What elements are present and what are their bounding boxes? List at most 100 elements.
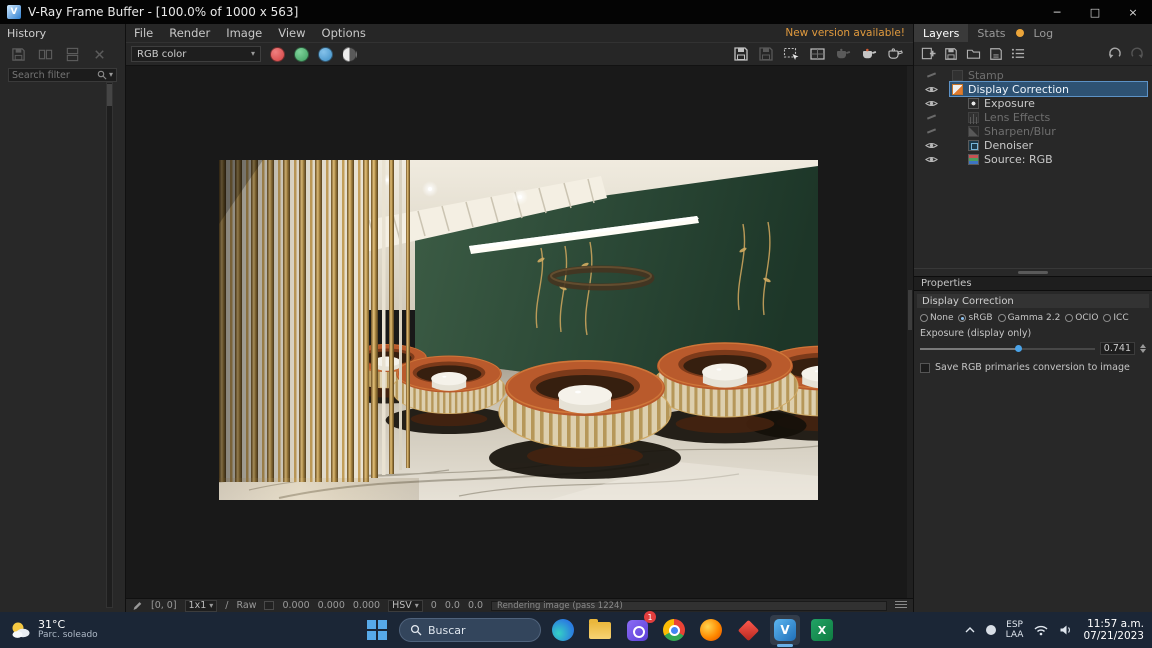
taskbar-app-chrome[interactable] (659, 615, 689, 645)
taskbar-app-red-diamond[interactable] (733, 615, 763, 645)
start-button[interactable] (362, 615, 392, 645)
menu-options[interactable]: Options (322, 26, 366, 40)
layer-visibility-toggle[interactable] (922, 110, 950, 124)
eye-icon (925, 86, 938, 92)
layer-row-denoiser[interactable]: Denoiser (914, 138, 1152, 152)
proportion-guides-icon[interactable] (809, 46, 826, 62)
compare-vertical-icon[interactable] (62, 46, 82, 63)
green-value: 0.000 (317, 600, 345, 611)
menu-view[interactable]: View (278, 26, 305, 40)
wifi-icon[interactable] (1033, 624, 1049, 636)
layer-row-exposure[interactable]: Exposure (914, 96, 1152, 110)
interactive-render-icon[interactable] (861, 48, 878, 61)
region-render-icon[interactable] (783, 46, 800, 62)
canvas-scrollbar-thumb[interactable] (908, 290, 912, 330)
stop-render-icon[interactable] (835, 48, 852, 61)
radio-icc[interactable]: ICC (1103, 313, 1129, 323)
exposure-slider-handle[interactable] (1014, 345, 1022, 352)
eye-off-icon (926, 72, 937, 78)
compare-horizontal-icon[interactable] (35, 46, 55, 63)
render-progress-text: Rendering image (pass 1224) (497, 600, 623, 611)
canvas-scrollbar[interactable] (907, 66, 913, 598)
red-channel-icon[interactable] (270, 46, 285, 62)
history-scrollbar-thumb[interactable] (107, 84, 112, 106)
save-layers-icon[interactable] (944, 47, 958, 61)
save-image-icon[interactable] (733, 46, 749, 62)
volume-icon[interactable] (1059, 624, 1073, 636)
search-filter-caret-icon[interactable]: ▾ (109, 71, 113, 79)
undo-icon[interactable] (1107, 47, 1122, 60)
taskbar-app-file-explorer[interactable] (585, 615, 615, 645)
layer-options-icon[interactable] (1011, 47, 1026, 60)
history-search-input[interactable] (12, 69, 95, 81)
duplicate-buffer-icon[interactable] (758, 46, 774, 62)
hsv-dropdown[interactable]: HSV ▾ (388, 599, 423, 612)
tab-log[interactable]: Log (1025, 24, 1063, 42)
stamp-lines-icon[interactable] (895, 601, 907, 610)
close-button[interactable]: × (1114, 0, 1152, 24)
load-layers-icon[interactable] (966, 47, 981, 60)
radio-ocio[interactable]: OCIO (1065, 313, 1098, 323)
tray-time: 11:57 a.m. (1087, 618, 1144, 630)
layer-row-sharpen-blur[interactable]: Sharpen/Blur (914, 124, 1152, 138)
taskbar-app-excel[interactable]: X (807, 615, 837, 645)
history-scrollbar[interactable] (106, 82, 113, 608)
taskbar-search[interactable]: Buscar (399, 618, 541, 642)
taskbar-app-purple[interactable]: 1 (622, 611, 656, 645)
minimize-button[interactable]: ─ (1038, 0, 1076, 24)
pixel-area-dropdown[interactable]: 1x1 ▾ (184, 599, 218, 612)
green-channel-icon[interactable] (294, 46, 309, 62)
exposure-value-field[interactable]: 0.741 (1100, 342, 1135, 355)
layer-visibility-toggle[interactable] (922, 138, 950, 152)
save-history-icon[interactable] (8, 46, 28, 63)
radio-srgb[interactable]: sRGB (958, 313, 993, 323)
taskbar-app-vray[interactable]: V (770, 615, 800, 647)
exposure-spinner[interactable] (1140, 344, 1146, 353)
layer-visibility-toggle[interactable] (922, 82, 950, 96)
remove-history-icon[interactable] (89, 46, 109, 63)
panel-splitter[interactable] (914, 268, 1152, 276)
maximize-button[interactable]: □ (1076, 0, 1114, 24)
taskbar-app-edge[interactable] (548, 615, 578, 645)
clock-widget[interactable]: 11:57 a.m. 07/21/2023 (1083, 618, 1144, 642)
radio-gamma22[interactable]: Gamma 2.2 (997, 313, 1060, 323)
tab-layers[interactable]: Layers (914, 24, 969, 42)
taskbar-app-firefox[interactable] (696, 615, 726, 645)
blue-channel-icon[interactable] (318, 46, 333, 62)
radio-selected-icon (958, 314, 967, 322)
edge-icon (552, 619, 574, 641)
search-icon (97, 70, 107, 80)
save-preset-icon[interactable] (989, 47, 1003, 61)
channel-dropdown[interactable]: RGB color ▾ (131, 46, 261, 62)
layer-row-display-correction[interactable]: Display Correction (914, 81, 1152, 97)
weather-temp: 31°C (38, 618, 66, 631)
layer-visibility-toggle[interactable] (922, 152, 950, 166)
create-layer-icon[interactable] (921, 46, 936, 61)
tab-stats[interactable]: Stats (968, 24, 1014, 42)
layer-visibility-toggle[interactable] (922, 96, 950, 110)
radio-none[interactable]: None (920, 313, 953, 323)
new-version-link[interactable]: New version available! (785, 27, 905, 39)
layer-row-stamp[interactable]: Stamp (914, 68, 1152, 82)
language-indicator[interactable]: ESP LAA (1006, 620, 1024, 640)
properties-header: Properties (914, 276, 1152, 291)
menu-image[interactable]: Image (226, 26, 262, 40)
weather-widget[interactable]: 31°C Parc. soleado (6, 612, 102, 648)
excel-icon: X (811, 619, 833, 641)
alpha-channel-icon[interactable] (342, 46, 357, 62)
layer-row-source-rgb[interactable]: Source: RGB (914, 152, 1152, 166)
render-last-icon[interactable] (887, 47, 904, 61)
eye-icon (925, 100, 938, 106)
history-search: ▾ (8, 68, 117, 82)
menu-file[interactable]: File (134, 26, 153, 40)
layer-visibility-toggle[interactable] (922, 68, 950, 82)
layer-visibility-toggle[interactable] (922, 124, 950, 138)
save-rgb-primaries-checkbox[interactable] (920, 362, 930, 373)
menu-render[interactable]: Render (169, 26, 210, 40)
exposure-slider[interactable] (920, 344, 1095, 354)
redo-icon[interactable] (1130, 47, 1145, 60)
hidden-icons-chevron-icon[interactable] (964, 626, 976, 634)
source-rgb-layer-icon (968, 153, 979, 165)
layer-row-lens-effects[interactable]: Lens Effects (914, 110, 1152, 124)
tray-app-icon[interactable] (985, 625, 996, 635)
